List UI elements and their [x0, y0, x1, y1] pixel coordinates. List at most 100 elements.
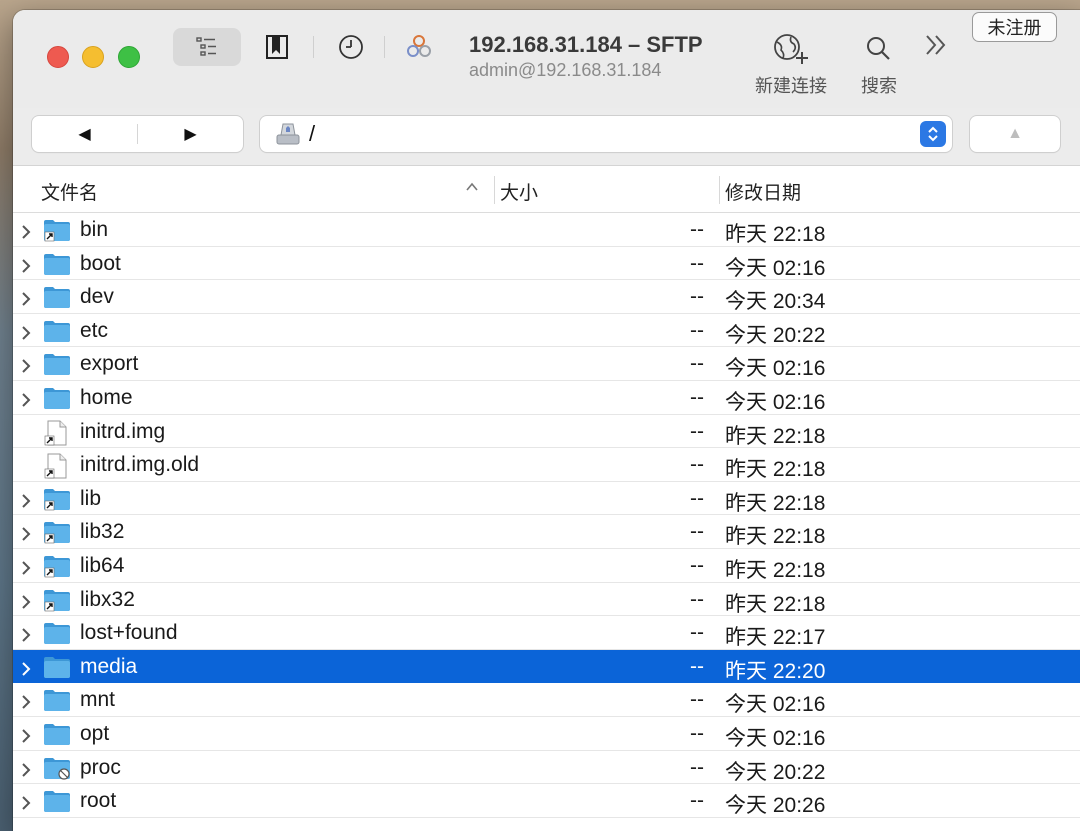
- file-name: etc: [80, 318, 109, 342]
- folder-icon: [43, 688, 71, 712]
- column-header: 文件名 大小 修改日期: [13, 166, 1080, 213]
- column-name-header[interactable]: 文件名: [41, 178, 98, 205]
- file-name: lib: [80, 486, 102, 510]
- disclosure-chevron-icon[interactable]: [20, 625, 32, 649]
- outline-view-button[interactable]: [173, 28, 241, 66]
- file-row[interactable]: etc -- 今天 20:22: [13, 314, 1080, 348]
- column-divider[interactable]: [719, 176, 720, 204]
- toolbar-separator: [384, 36, 385, 58]
- sftp-window: 192.168.31.184 – SFTP admin@192.168.31.1…: [13, 10, 1080, 831]
- file-row[interactable]: root -- 今天 20:26: [13, 784, 1080, 818]
- disclosure-chevron-icon[interactable]: [20, 256, 32, 280]
- file-row[interactable]: proc -- 今天 20:22: [13, 751, 1080, 785]
- path-bar: ◀ ▶ / ▲: [13, 108, 1080, 166]
- file-modified-date: 今天 02:16: [725, 256, 826, 280]
- file-name: proc: [80, 755, 121, 779]
- file-row[interactable]: bin -- 昨天 22:18: [13, 213, 1080, 247]
- file-row[interactable]: lib32 -- 昨天 22:18: [13, 515, 1080, 549]
- file-row[interactable]: initrd.img -- 昨天 22:18: [13, 415, 1080, 449]
- file-name: opt: [80, 721, 110, 745]
- disclosure-chevron-icon[interactable]: [20, 592, 32, 616]
- outline-list-icon: [196, 37, 216, 56]
- file-name: root: [80, 789, 117, 813]
- back-button[interactable]: ◀: [32, 116, 137, 152]
- file-modified-date: 今天 02:16: [725, 357, 826, 381]
- parent-folder-button[interactable]: ▲: [970, 116, 1060, 152]
- file-modified-date: 今天 02:16: [725, 693, 826, 717]
- bonjour-network-icon: [407, 35, 431, 57]
- file-modified-date: 今天 02:16: [725, 390, 826, 414]
- disclosure-chevron-icon[interactable]: [20, 558, 32, 582]
- file-row[interactable]: libx32 -- 昨天 22:18: [13, 583, 1080, 617]
- file-row[interactable]: lib -- 昨天 22:18: [13, 482, 1080, 516]
- folder-alias-icon: [43, 554, 71, 578]
- file-row[interactable]: opt -- 今天 02:16: [13, 717, 1080, 751]
- disclosure-chevron-icon[interactable]: [20, 323, 32, 347]
- search-icon: [867, 37, 890, 60]
- file-row[interactable]: lib64 -- 昨天 22:18: [13, 549, 1080, 583]
- clock-icon: [339, 35, 363, 59]
- disclosure-chevron-icon[interactable]: [20, 390, 32, 414]
- file-modified-date: 今天 02:16: [725, 726, 826, 750]
- file-name: initrd.img.old: [80, 453, 200, 477]
- disclosure-chevron-icon[interactable]: [20, 793, 32, 817]
- file-alias-icon: [43, 420, 71, 446]
- file-modified-date: 昨天 22:18: [725, 458, 826, 482]
- disclosure-chevron-icon[interactable]: [20, 222, 32, 246]
- file-row[interactable]: media -- 昨天 22:20: [13, 649, 1080, 684]
- chevron-double-right-icon: [926, 35, 946, 55]
- disclosure-chevron-icon[interactable]: [20, 289, 32, 313]
- folder-alias-icon: [43, 487, 71, 511]
- column-divider[interactable]: [494, 176, 495, 204]
- bonjour-button[interactable]: [399, 28, 439, 66]
- file-row[interactable]: initrd.img.old -- 昨天 22:18: [13, 448, 1080, 482]
- file-row[interactable]: boot -- 今天 02:16: [13, 247, 1080, 281]
- file-row[interactable]: home -- 今天 02:16: [13, 381, 1080, 415]
- disclosure-chevron-icon[interactable]: [20, 692, 32, 716]
- disclosure-chevron-icon[interactable]: [20, 760, 32, 784]
- folder-icon: [43, 352, 71, 376]
- folder-icon: [43, 386, 71, 410]
- file-row[interactable]: dev -- 今天 20:34: [13, 280, 1080, 314]
- file-size: --: [690, 251, 704, 275]
- path-popup-stepper[interactable]: [920, 121, 946, 147]
- file-name: export: [80, 352, 139, 376]
- unregistered-button[interactable]: 未注册: [972, 12, 1057, 42]
- close-window-button[interactable]: [47, 46, 69, 68]
- disclosure-chevron-icon[interactable]: [20, 659, 32, 683]
- forward-button[interactable]: ▶: [138, 116, 243, 152]
- toolbar-separator: [313, 36, 314, 58]
- disclosure-chevron-icon[interactable]: [20, 491, 32, 515]
- folder-alias-icon: [43, 520, 71, 544]
- disclosure-chevron-icon[interactable]: [20, 356, 32, 380]
- path-selector[interactable]: /: [260, 116, 952, 152]
- toolbar-overflow-button[interactable]: [923, 32, 949, 65]
- disclosure-chevron-icon[interactable]: [20, 524, 32, 548]
- column-size-header[interactable]: 大小: [500, 178, 538, 205]
- file-size: --: [690, 654, 704, 678]
- file-size: --: [690, 318, 704, 342]
- file-list: bin -- 昨天 22:18 boot -- 今天 02:16 dev -- 今天 20:34…: [13, 213, 1080, 818]
- column-date-header[interactable]: 修改日期: [725, 178, 801, 205]
- new-connection-button[interactable]: 新建连接: [755, 30, 827, 98]
- file-size: --: [690, 755, 704, 779]
- folder-alias-icon: [43, 218, 71, 242]
- search-button[interactable]: 搜索: [861, 30, 897, 98]
- file-row[interactable]: mnt -- 今天 02:16: [13, 683, 1080, 717]
- disclosure-chevron-icon[interactable]: [20, 726, 32, 750]
- current-path: /: [309, 121, 316, 146]
- history-button[interactable]: [331, 28, 371, 66]
- file-modified-date: 今天 20:26: [725, 794, 826, 818]
- bookmarks-button[interactable]: [257, 28, 297, 66]
- file-modified-date: 昨天 22:20: [725, 659, 826, 683]
- file-name: mnt: [80, 688, 116, 712]
- file-size: --: [690, 688, 704, 712]
- file-row[interactable]: lost+found -- 昨天 22:17: [13, 616, 1080, 650]
- zoom-window-button[interactable]: [118, 46, 140, 68]
- file-modified-date: 昨天 22:18: [725, 223, 826, 246]
- minimize-window-button[interactable]: [82, 46, 104, 68]
- file-row[interactable]: export -- 今天 02:16: [13, 347, 1080, 381]
- folder-restricted-icon: [43, 756, 71, 780]
- folder-icon: [43, 789, 71, 813]
- file-size: --: [690, 789, 704, 813]
